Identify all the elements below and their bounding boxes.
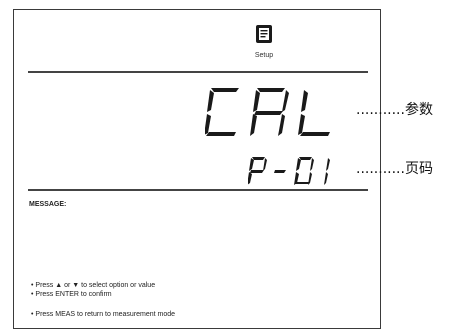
message-title: MESSAGE: <box>29 201 67 208</box>
help-line-confirm: • Press ENTER to confirm <box>31 291 112 298</box>
bottom-divider <box>28 189 368 191</box>
help-line-return: • Press MEAS to return to measurement mo… <box>31 311 176 318</box>
page-code-display <box>248 157 330 185</box>
setup-icon <box>256 25 272 43</box>
help-line-select: • Press ▲ or ▼ to select option or value <box>31 282 156 289</box>
parameter-code-display <box>205 88 330 136</box>
setup-mode-label: Setup <box>254 52 274 59</box>
page-callout: ...........页码 <box>356 161 433 177</box>
top-divider <box>28 71 368 73</box>
parameter-callout: ...........参数 <box>356 102 433 118</box>
